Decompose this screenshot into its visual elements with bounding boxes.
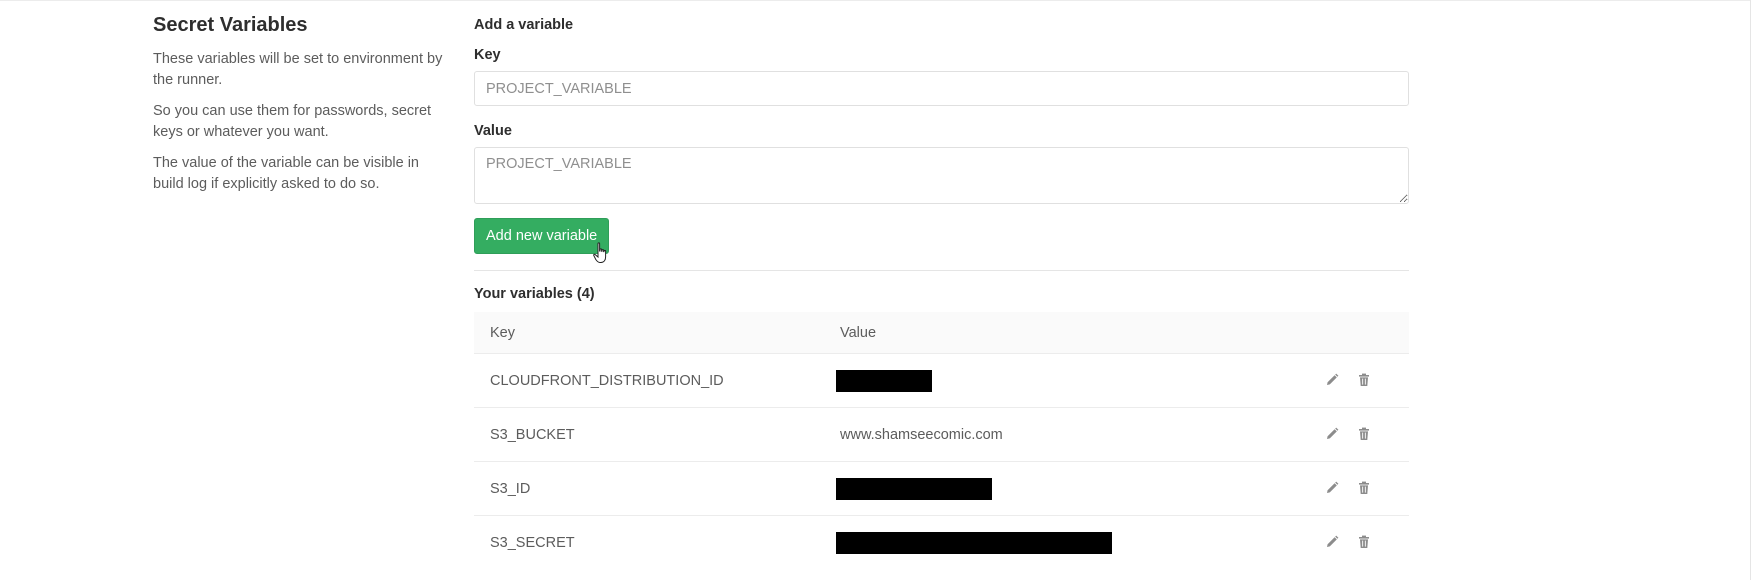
right-border xyxy=(1750,0,1751,580)
key-input[interactable] xyxy=(474,71,1409,106)
trash-icon[interactable] xyxy=(1355,533,1373,551)
value-textarea[interactable] xyxy=(474,147,1409,204)
section-title: Secret Variables xyxy=(153,14,308,36)
sidebar-description: Secret Variables These variables will be… xyxy=(153,14,453,205)
add-variable-title: Add a variable xyxy=(474,17,574,33)
add-new-variable-button[interactable]: Add new variable xyxy=(474,218,610,254)
key-label: Key xyxy=(474,47,501,63)
row-actions xyxy=(1297,461,1409,516)
variable-value xyxy=(824,461,1297,516)
column-header-actions xyxy=(1297,312,1409,354)
variable-key: S3_ID xyxy=(474,461,824,516)
table-row: S3_BUCKET www.shamseecomic.com xyxy=(474,407,1409,462)
row-actions-group xyxy=(1323,425,1373,443)
redacted-value xyxy=(836,531,1112,554)
column-header-key: Key xyxy=(474,312,824,354)
page: Secret Variables These variables will be… xyxy=(0,0,1753,580)
variable-value: www.shamseecomic.com xyxy=(824,407,1297,462)
variable-key: S3_BUCKET xyxy=(474,407,824,462)
table-row: S3_SECRET xyxy=(474,516,1409,570)
trash-icon[interactable] xyxy=(1355,479,1373,497)
table-row: CLOUDFRONT_DISTRIBUTION_ID xyxy=(474,353,1409,408)
redacted-value xyxy=(836,369,932,392)
description-paragraph: These variables will be set to environme… xyxy=(153,51,443,88)
table-row: S3_ID xyxy=(474,461,1409,516)
row-actions-group xyxy=(1323,479,1373,497)
table-header-row: Key Value xyxy=(474,312,1409,354)
row-actions-group xyxy=(1323,371,1373,389)
redacted-value xyxy=(836,477,992,500)
variable-value xyxy=(824,353,1297,408)
pencil-icon[interactable] xyxy=(1323,425,1341,443)
column-header-value: Value xyxy=(824,312,1297,354)
row-actions xyxy=(1297,407,1409,462)
trash-icon[interactable] xyxy=(1355,425,1373,443)
top-border xyxy=(0,0,1750,1)
description-paragraph: So you can use them for passwords, secre… xyxy=(153,103,432,140)
trash-icon[interactable] xyxy=(1355,371,1373,389)
row-actions xyxy=(1297,353,1409,408)
divider xyxy=(474,270,1409,271)
variable-key: S3_SECRET xyxy=(490,534,575,551)
description-paragraph: The value of the variable can be visible… xyxy=(153,155,419,192)
variable-value-text: www.shamseecomic.com xyxy=(840,426,1003,443)
value-label: Value xyxy=(474,123,512,139)
your-variables-title: Your variables (4) xyxy=(474,286,595,302)
pencil-icon[interactable] xyxy=(1323,371,1341,389)
row-actions xyxy=(1297,516,1409,570)
variables-table-body: CLOUDFRONT_DISTRIBUTION_ID S3_BUCKET www.s… xyxy=(474,353,1409,570)
pencil-icon[interactable] xyxy=(1323,533,1341,551)
row-actions-group xyxy=(1323,533,1373,551)
variable-value xyxy=(824,516,1297,570)
hand-cursor-icon xyxy=(593,242,607,263)
variable-key: CLOUDFRONT_DISTRIBUTION_ID xyxy=(474,353,824,408)
pencil-icon[interactable] xyxy=(1323,479,1341,497)
variables-table: Key Value CLOUDFRONT_DISTRIBUTION_ID S3_B… xyxy=(474,312,1409,569)
